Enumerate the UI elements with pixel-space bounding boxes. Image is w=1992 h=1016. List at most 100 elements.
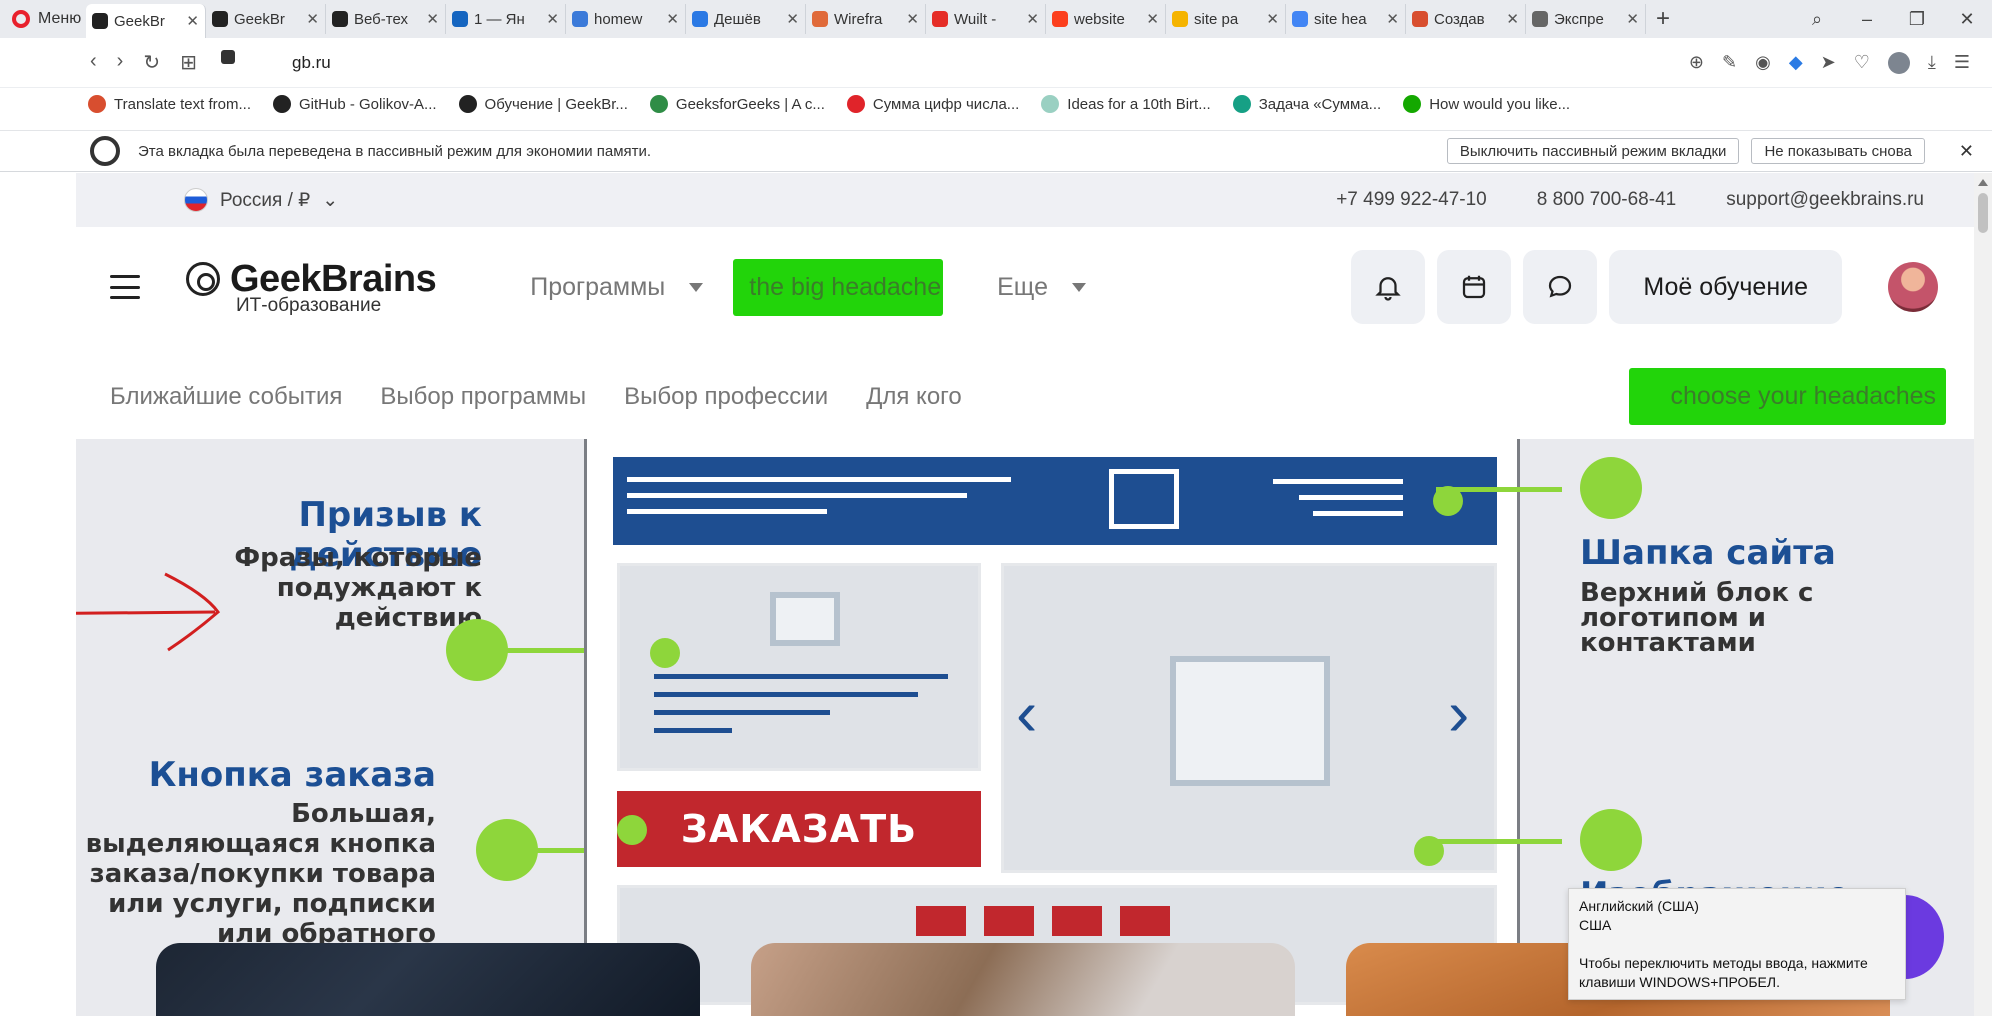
sub-nav: Ближайшие события Выбор программы Выбор … <box>76 347 1974 447</box>
browser-tab[interactable]: Wirefra ✕ <box>806 4 926 34</box>
restore-button[interactable]: ❐ <box>1892 9 1942 30</box>
heart-icon[interactable]: ♡ <box>1854 52 1870 73</box>
disable-passive-button[interactable]: Выключить пассивный режим вкладки <box>1446 138 1740 164</box>
forward-button[interactable]: › <box>117 50 124 75</box>
close-tab-icon[interactable]: ✕ <box>786 10 799 28</box>
close-infobar-icon[interactable]: ✕ <box>1959 141 1974 162</box>
image-connector <box>1436 839 1562 844</box>
browser-tab[interactable]: Дешёв ✕ <box>686 4 806 34</box>
close-window-button[interactable]: ✕ <box>1942 9 1992 30</box>
region-selector[interactable]: Россия / ₽ ⌄ <box>184 188 338 212</box>
user-avatar[interactable] <box>1888 262 1938 312</box>
close-tab-icon[interactable]: ✕ <box>1626 10 1639 28</box>
course-card-1[interactable] <box>156 943 700 1016</box>
new-tab-button[interactable]: + <box>1646 5 1680 33</box>
close-tab-icon[interactable]: ✕ <box>1146 10 1159 28</box>
profile-icon[interactable] <box>1887 51 1910 74</box>
mockup-cta-block <box>617 563 981 771</box>
scroll-up-icon[interactable] <box>1978 179 1988 186</box>
close-tab-icon[interactable]: ✕ <box>1506 10 1519 28</box>
page-scrollbar[interactable] <box>1974 173 1992 1016</box>
close-tab-icon[interactable]: ✕ <box>906 10 919 28</box>
subnav-profession-choice[interactable]: Выбор профессии <box>624 383 828 411</box>
bookmark-item[interactable]: How would you like... <box>1403 95 1570 113</box>
course-card-2[interactable] <box>751 943 1295 1016</box>
calendar-button[interactable] <box>1437 250 1512 324</box>
close-tab-icon[interactable]: ✕ <box>1386 10 1399 28</box>
mockup-text-line <box>654 710 830 715</box>
close-tab-icon[interactable]: ✕ <box>306 10 319 28</box>
shield-icon[interactable]: ◆ <box>1789 52 1803 73</box>
messages-button[interactable] <box>1523 250 1598 324</box>
url-field[interactable]: gb.ru <box>292 53 331 73</box>
opera-menu-button[interactable]: Меню <box>0 0 86 38</box>
bookmark-label: GitHub - Golikov-A... <box>299 95 437 113</box>
close-tab-icon[interactable]: ✕ <box>426 10 439 28</box>
bookmark-favicon-icon <box>273 95 291 113</box>
nav-buttons: ‹ › ↻ ⊞ <box>0 50 270 75</box>
phone-1[interactable]: +7 499 922-47-10 <box>1336 189 1487 211</box>
mockup-text-line <box>654 728 732 733</box>
download-icon[interactable]: ⤓ <box>1928 52 1936 73</box>
close-tab-icon[interactable]: ✕ <box>666 10 679 28</box>
tab-favicon-icon <box>1292 11 1308 27</box>
site-logo[interactable]: GeekBrains ИТ-образование <box>186 258 437 317</box>
camera-icon[interactable]: ◉ <box>1755 52 1771 73</box>
nav-more[interactable]: Еще <box>997 273 1086 302</box>
bookmark-item[interactable]: GitHub - Golikov-A... <box>273 95 437 113</box>
browser-tab[interactable]: site hea ✕ <box>1286 4 1406 34</box>
subnav-program-choice[interactable]: Выбор программы <box>380 383 586 411</box>
nav-programs[interactable]: Программы <box>530 273 704 302</box>
browser-tab[interactable]: Веб-тех ✕ <box>326 4 446 34</box>
bookmark-item[interactable]: Задача «Сумма... <box>1232 95 1381 113</box>
zoom-icon[interactable]: ⊕ <box>1689 52 1704 73</box>
bookmark-item[interactable]: GeeksforGeeks | A c... <box>649 95 825 113</box>
tab-favicon-icon <box>212 11 228 27</box>
close-tab-icon[interactable]: ✕ <box>186 12 199 30</box>
subnav-events[interactable]: Ближайшие события <box>110 383 342 411</box>
dont-show-again-button[interactable]: Не показывать снова <box>1751 138 1925 164</box>
image-placeholder-icon <box>770 592 840 646</box>
search-tabs-icon[interactable]: ⌕ <box>1792 9 1842 30</box>
hamburger-menu-icon[interactable] <box>110 275 140 299</box>
mockup-nav-line <box>627 493 967 498</box>
bookmark-item[interactable]: Translate text from... <box>88 95 251 113</box>
notifications-button[interactable] <box>1351 250 1426 324</box>
browser-tab[interactable]: Экспре ✕ <box>1526 4 1646 34</box>
bookmark-item[interactable]: Ideas for a 10th Birt... <box>1041 95 1211 113</box>
subnav-highlight[interactable]: choose your headaches <box>1628 368 1946 425</box>
chat-icon <box>1549 275 1572 298</box>
browser-tab[interactable]: site pa ✕ <box>1166 4 1286 34</box>
close-tab-icon[interactable]: ✕ <box>1026 10 1039 28</box>
tab-label: website <box>1074 10 1125 28</box>
tooltip-hint: Чтобы переключить методы ввода, нажмите … <box>1579 955 1868 990</box>
back-button[interactable]: ‹ <box>90 50 97 75</box>
phone-2[interactable]: 8 800 700-68-41 <box>1537 189 1676 211</box>
subnav-for-whom[interactable]: Для кого <box>866 383 962 411</box>
bookmark-favicon-icon <box>1232 95 1251 113</box>
mockup-slider: ‹ › <box>1001 563 1497 873</box>
edit-icon[interactable]: ✎ <box>1722 52 1737 73</box>
bookmark-item[interactable]: Сумма цифр числа... <box>846 95 1019 113</box>
browser-tab[interactable]: 1 — Ян ✕ <box>446 4 566 34</box>
bookmark-item[interactable]: Обучение | GeekBr... <box>458 95 628 113</box>
close-tab-icon[interactable]: ✕ <box>1266 10 1279 28</box>
close-tab-icon[interactable]: ✕ <box>546 10 559 28</box>
browser-tab[interactable]: GeekBr ✕ <box>86 4 206 38</box>
browser-tab[interactable]: Создав ✕ <box>1406 4 1526 34</box>
scroll-thumb[interactable] <box>1978 193 1988 233</box>
tab-label: site pa <box>1194 10 1239 28</box>
browser-tab[interactable]: homew ✕ <box>566 4 686 34</box>
nav-highlight[interactable]: the big headache <box>733 258 944 316</box>
mockup-nav-line <box>627 509 827 514</box>
support-email[interactable]: support@geekbrains.ru <box>1726 189 1924 211</box>
reload-button[interactable]: ↻ <box>143 50 160 75</box>
browser-tab[interactable]: Wuilt - ✕ <box>926 4 1046 34</box>
minimize-button[interactable]: – <box>1842 9 1892 30</box>
speed-dial-icon[interactable]: ⊞ <box>180 50 197 75</box>
easy-setup-icon[interactable]: ☰ <box>1954 52 1970 73</box>
send-icon[interactable]: ➤ <box>1821 52 1836 73</box>
browser-tab[interactable]: website ✕ <box>1046 4 1166 34</box>
browser-tab[interactable]: GeekBr ✕ <box>206 4 326 34</box>
my-learning-button[interactable]: Моё обучение <box>1609 250 1842 324</box>
